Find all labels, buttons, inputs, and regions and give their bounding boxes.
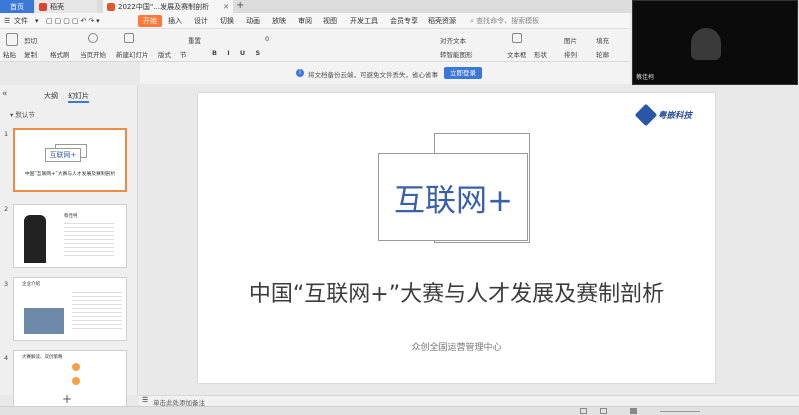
menu-transition[interactable]: 切换 <box>220 15 234 27</box>
paste-icon[interactable] <box>6 33 18 46</box>
notice-text: 将文档备份云端，可避免文件丢失，省心省事 <box>308 71 438 79</box>
collapse-panel-icon[interactable]: « <box>2 89 8 99</box>
slide-thumbnail-1[interactable]: 互联网+ 中国“互联网+”大赛与人才发展及赛制剖析 <box>13 128 127 192</box>
thumb-2-portrait <box>24 215 46 263</box>
tab-document-label: 2022中国“...发展及赛制剖析 <box>118 2 210 11</box>
tab-docer[interactable]: 稻壳 <box>35 0 97 13</box>
slide-number-4: 4 <box>4 354 9 362</box>
slide-thumbnail-2[interactable]: 蔡佳柯 <box>13 204 127 268</box>
slide-sorter-icon[interactable] <box>600 408 607 414</box>
ribbon-toolbar: 粘贴 剪切 复制 格式刷 当页开始 新建幻灯片 版式 节 重置 0 B I U … <box>0 29 630 62</box>
font-size-field[interactable]: 0 <box>265 35 269 43</box>
menu-member[interactable]: 会员专享 <box>390 15 418 27</box>
company-logo-text: 粤嵌科技 <box>658 111 693 121</box>
person-silhouette-icon <box>691 28 721 60</box>
thumb-4-title: 大赛解读、双创策略 <box>22 355 63 360</box>
menu-file[interactable]: 文件 <box>14 15 28 27</box>
menu-insert[interactable]: 插入 <box>168 15 182 27</box>
slide-number-1: 1 <box>4 130 9 138</box>
tab-outline[interactable]: 大纲 <box>44 91 58 101</box>
thumb-3-title: 企业介绍 <box>22 282 40 287</box>
thumb-3-building-image <box>24 308 64 334</box>
camera-user-name: 蔡佳柯 <box>636 74 655 81</box>
section-default[interactable]: ▾ 默认节 <box>10 109 35 119</box>
notes-pane[interactable]: ☰ 单击此处添加备注 <box>139 395 799 407</box>
presentation-icon <box>107 2 115 11</box>
menu-view[interactable]: 视图 <box>323 15 337 27</box>
hamburger-icon[interactable]: ☰ <box>4 15 10 27</box>
slide-number-2: 2 <box>4 205 9 213</box>
format-painter-button[interactable]: 格式刷 <box>50 49 70 59</box>
thumb-1-title: 中国“互联网+”大赛与人才发展及赛制剖析 <box>24 172 116 177</box>
slideshow-icon[interactable] <box>630 408 637 414</box>
layout-button[interactable]: 版式 <box>158 49 171 59</box>
status-bar <box>0 406 799 415</box>
login-button[interactable]: 立即登录 <box>444 67 482 79</box>
tab-docer-label: 稻壳 <box>50 2 64 11</box>
search-input[interactable]: 查找命令、搜索模板 <box>476 17 539 25</box>
tab-home-label: 首页 <box>10 2 24 11</box>
quick-access-icons[interactable]: ▢▢▢▢↶↷▾ <box>46 15 102 27</box>
normal-view-icon[interactable] <box>580 408 587 414</box>
menu-bar: ☰ 文件 ▾ ▢▢▢▢↶↷▾ 开始 插入 设计 切换 动画 放映 审阅 视图 开… <box>0 13 630 29</box>
slide-number-3: 3 <box>4 280 9 288</box>
textbox-icon[interactable] <box>512 33 522 43</box>
docer-logo-icon <box>39 2 47 11</box>
menu-developer[interactable]: 开发工具 <box>350 15 378 27</box>
menu-start[interactable]: 开始 <box>138 15 162 27</box>
font-style-buttons[interactable]: B I U S <box>212 49 264 57</box>
slide-brand-text: 互联网+ <box>394 183 513 219</box>
close-icon[interactable]: ✕ <box>223 3 229 11</box>
outline-button[interactable]: 轮廓 <box>596 49 609 59</box>
smart-graphic-button[interactable]: 转智能图形 <box>440 49 473 59</box>
paste-button[interactable]: 粘贴 <box>3 49 16 59</box>
new-slide-icon[interactable] <box>124 33 134 43</box>
company-logo-icon <box>634 103 658 127</box>
notes-menu-icon[interactable]: ☰ <box>142 396 148 404</box>
tab-slides[interactable]: 幻灯片 <box>68 91 89 103</box>
command-search[interactable]: ⌕ 查找命令、搜索模板 <box>470 16 570 26</box>
webcam-overlay: 蔡佳柯 <box>632 0 798 85</box>
slide-subtitle: 众创全国运营管理中心 <box>411 343 502 353</box>
fill-button[interactable]: 填充 <box>596 35 609 45</box>
section-button[interactable]: 节 <box>180 49 187 59</box>
add-slide-icon[interactable]: + <box>62 392 72 406</box>
current-slide[interactable]: 粤嵌科技 互联网+ 中国“互联网+”大赛与人才发展及赛制剖析 众创全国运营管理中… <box>198 93 715 383</box>
menu-slideshow[interactable]: 放映 <box>272 15 286 27</box>
menu-review[interactable]: 审阅 <box>298 15 312 27</box>
menu-animation[interactable]: 动画 <box>246 15 260 27</box>
info-icon: i <box>296 69 304 77</box>
play-icon[interactable] <box>88 33 98 43</box>
cloud-backup-notice: i 将文档备份云端，可避免文件丢失，省心省事 立即登录 <box>140 62 630 84</box>
menu-design[interactable]: 设计 <box>194 15 208 27</box>
copy-button[interactable]: 复制 <box>24 49 37 59</box>
menu-file-dropdown-icon[interactable]: ▾ <box>35 15 39 27</box>
picture-button[interactable]: 图片 <box>564 35 577 45</box>
new-tab-icon[interactable]: + <box>236 0 244 12</box>
arrange-button[interactable]: 排列 <box>564 49 577 59</box>
cut-button[interactable]: 剪切 <box>24 35 37 45</box>
thumb-1-brand: 互联网+ <box>45 148 81 162</box>
new-slide-button[interactable]: 新建幻灯片 <box>116 49 149 59</box>
from-current-button[interactable]: 当页开始 <box>80 49 106 59</box>
search-icon: ⌕ <box>470 17 474 25</box>
zoom-slider[interactable] <box>660 411 700 412</box>
reset-button[interactable]: 重置 <box>188 35 201 45</box>
slide-thumbnail-3[interactable]: 企业介绍 <box>13 277 127 341</box>
text-align-button[interactable]: 对齐文本 <box>440 35 466 45</box>
tab-home[interactable]: 首页 <box>0 0 34 13</box>
slide-title: 中国“互联网+”大赛与人才发展及赛制剖析 <box>248 282 665 307</box>
shape-button[interactable]: 形状 <box>534 49 547 59</box>
menu-docer-resources[interactable]: 稻壳资源 <box>428 15 456 27</box>
tab-document[interactable]: 2022中国“...发展及赛制剖析 ✕ <box>103 0 233 13</box>
textbox-button[interactable]: 文本框 <box>507 49 527 59</box>
section-label: 默认节 <box>15 111 35 119</box>
thumb-2-title: 蔡佳柯 <box>64 214 78 219</box>
